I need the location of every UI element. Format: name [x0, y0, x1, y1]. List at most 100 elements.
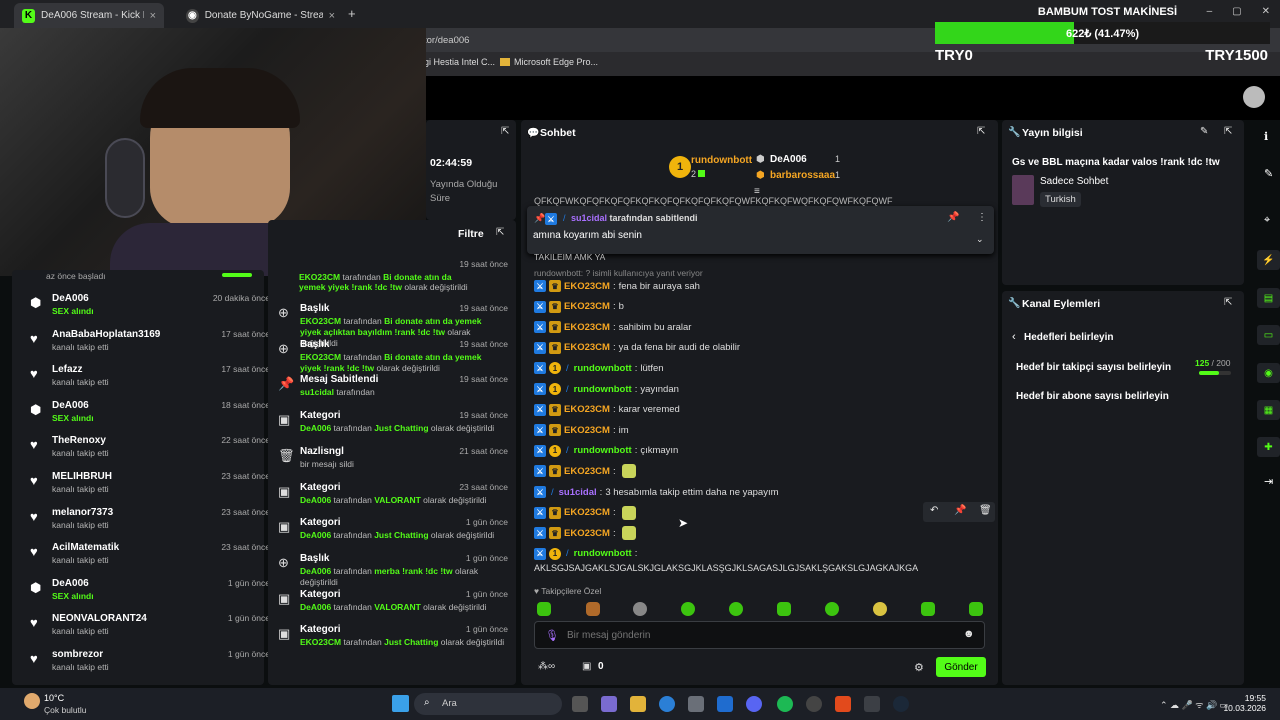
- info-icon[interactable]: ℹ: [1264, 130, 1268, 143]
- chat-username[interactable]: EKO23CM: [564, 507, 610, 518]
- chat-input-box[interactable]: 🎙 ☻: [534, 621, 985, 649]
- chevron-left-icon[interactable]: ‹: [1012, 331, 1016, 343]
- chat-message[interactable]: ⚔ 1/rundownbott:: [534, 546, 640, 562]
- brave-icon[interactable]: [835, 696, 851, 712]
- file-explorer-icon[interactable]: [630, 696, 646, 712]
- leaderboard-first-name[interactable]: rundownbott: [691, 155, 752, 166]
- expand-icon[interactable]: ⇱: [977, 126, 985, 137]
- tab-kick-dashboard[interactable]: K DeA006 Stream - Kick Dashboard ×: [14, 3, 164, 28]
- favorite-hestia[interactable]: gi Hestia Intel C...: [424, 57, 495, 67]
- chat-username[interactable]: EKO23CM: [564, 281, 610, 292]
- activity-item[interactable]: ♥ AnaBabaHoplatan3169 kanalı takip etti …: [30, 329, 270, 365]
- steam-icon[interactable]: [893, 696, 909, 712]
- windows-start-icon[interactable]: [392, 695, 409, 712]
- leaderboard-third-name[interactable]: barbarossaaa: [770, 170, 835, 181]
- chat-message[interactable]: ⚔ ♛ EKO23CM:: [534, 525, 636, 541]
- taskbar-search[interactable]: ⌕ Ara: [414, 693, 562, 715]
- chat-message[interactable]: ⚔ / su1cidal: 3 hesabımla takip ettim daha…: [534, 484, 779, 500]
- chat-message[interactable]: ⚔ ♛ EKO23CM: karar veremed: [534, 402, 680, 418]
- chat-username[interactable]: rundownbott: [574, 445, 632, 456]
- activity-item[interactable]: ♥ NEONVALORANT24 kanalı takip etti 1 gün…: [30, 613, 270, 649]
- bolt-icon[interactable]: ⚡: [1257, 250, 1280, 270]
- activity-item[interactable]: ♥ melanor7373 kanalı takip etti 23 saat …: [30, 507, 270, 543]
- expand-icon[interactable]: ⇱: [1224, 126, 1232, 137]
- chat-username[interactable]: rundownbott: [574, 548, 632, 559]
- chat-message[interactable]: ⚔ ♛ EKO23CM:: [534, 505, 636, 521]
- pencil-icon[interactable]: ✎: [1264, 167, 1273, 180]
- chat-username[interactable]: su1cidal: [559, 487, 597, 498]
- chat-username[interactable]: EKO23CM: [564, 322, 610, 333]
- emote-icon[interactable]: [729, 602, 743, 616]
- favorite-edge[interactable]: Microsoft Edge Pro...: [500, 57, 598, 67]
- activity-item[interactable]: ♥ sombrezor kanalı takip etti 1 gün önce: [30, 649, 270, 685]
- expand-icon[interactable]: ⇱: [501, 126, 509, 137]
- pin-message-icon[interactable]: 📌: [954, 505, 966, 516]
- emote-icon[interactable]: [586, 602, 600, 616]
- spotify-icon[interactable]: [777, 696, 793, 712]
- store-icon[interactable]: [688, 696, 704, 712]
- follower-goal-label[interactable]: Hedef bir takipçi sayısı belirleyin: [1016, 362, 1171, 373]
- chat-username[interactable]: EKO23CM: [564, 425, 610, 436]
- app-icon[interactable]: [601, 696, 617, 712]
- filter-button[interactable]: Filtre: [458, 228, 484, 240]
- emote-icon[interactable]: [969, 602, 983, 616]
- broadcast-icon[interactable]: ◉: [1257, 363, 1280, 383]
- activity-item[interactable]: ♥ MELIHBRUH kanalı takip etti 23 saat ön…: [30, 471, 270, 507]
- chat-message[interactable]: ⚔ ♛ EKO23CM:: [534, 463, 636, 479]
- close-tab-icon[interactable]: ×: [329, 10, 335, 22]
- chat-username[interactable]: EKO23CM: [564, 301, 610, 312]
- reply-icon[interactable]: ↶: [930, 505, 938, 516]
- activity-item[interactable]: ♥ Lefazz kanalı takip etti 17 saat önce: [30, 364, 270, 400]
- emote-icon[interactable]: [681, 602, 695, 616]
- gear-icon[interactable]: ⚙: [914, 661, 924, 674]
- edit-icon[interactable]: ✎: [1200, 126, 1208, 137]
- activity-item[interactable]: ♥ TheRenoxy kanalı takip etti 22 saat ön…: [30, 435, 270, 471]
- avatar[interactable]: [1243, 86, 1265, 108]
- chat-username[interactable]: EKO23CM: [564, 404, 610, 415]
- delete-icon[interactable]: 🗑: [979, 505, 992, 516]
- terminal-icon[interactable]: [864, 696, 880, 712]
- chevron-down-icon[interactable]: ⌄: [976, 234, 984, 245]
- points-icon[interactable]: ▣: [582, 661, 591, 672]
- edge-icon[interactable]: [659, 696, 675, 712]
- chat-message[interactable]: ⚔ ♛ EKO23CM: ya da fena bir audi de olabil…: [534, 340, 740, 356]
- chat-icon[interactable]: ▭: [1257, 325, 1280, 345]
- chat-message[interactable]: ⚔ ♛ EKO23CM: fena bir auraya sah: [534, 278, 700, 294]
- tab-donate-bynogame[interactable]: ◉ Donate ByNoGame - Streamer Settin ×: [178, 3, 343, 28]
- more-options-icon[interactable]: ⋮: [977, 212, 987, 223]
- emote-icon[interactable]: [921, 602, 935, 616]
- chat-username[interactable]: EKO23CM: [564, 466, 610, 477]
- users-icon[interactable]: ⁂∞: [538, 661, 555, 672]
- discord-icon[interactable]: [746, 696, 762, 712]
- microphone-icon[interactable]: 🎙: [545, 629, 559, 642]
- url-text[interactable]: tor/dea006: [424, 35, 469, 46]
- goals-back-button[interactable]: Hedefleri belirleyin: [1024, 332, 1113, 343]
- leaderboard-second-name[interactable]: DeA006: [770, 154, 807, 165]
- wrench-tool-icon[interactable]: ✚: [1257, 437, 1280, 457]
- emote-icon[interactable]: [873, 602, 887, 616]
- expand-icon[interactable]: ⇱: [496, 227, 504, 238]
- chat-message[interactable]: ⚔ 1/rundownbott: yayından: [534, 381, 679, 397]
- activity-item[interactable]: ⬢ DeA006 SEX alındı 20 dakika önce: [30, 293, 270, 329]
- chat-message[interactable]: ⚔ ♛ EKO23CM: sahibim bu aralar: [534, 319, 691, 335]
- emote-icon[interactable]: [633, 602, 647, 616]
- tray-icons[interactable]: ⌃ ☁ 🎤 ᯤ 🔊 ▭: [1160, 698, 1228, 711]
- send-button[interactable]: Gönder: [936, 657, 986, 677]
- panels-icon[interactable]: ▦: [1257, 400, 1280, 420]
- chat-username[interactable]: rundownbott: [574, 384, 632, 395]
- unpin-icon[interactable]: 📌: [947, 212, 959, 223]
- expand-icon[interactable]: ⇱: [1224, 297, 1232, 308]
- new-tab-button[interactable]: +: [348, 6, 356, 21]
- emote-icon[interactable]: [777, 602, 791, 616]
- chat-username[interactable]: rundownbott: [574, 363, 632, 374]
- activity-item[interactable]: ♥ AcilMatematik kanalı takip etti 23 saa…: [30, 542, 270, 578]
- chat-message[interactable]: ⚔ ♛ EKO23CM: im: [534, 422, 629, 438]
- chat-message[interactable]: ⚔ ♛ EKO23CM: b: [534, 299, 624, 315]
- chat-username[interactable]: EKO23CM: [564, 342, 610, 353]
- exit-icon[interactable]: ⇥: [1264, 475, 1273, 488]
- activity-item[interactable]: ⬢ DeA006 SEX alındı 1 gün önce: [30, 578, 270, 614]
- emote-icon[interactable]: [825, 602, 839, 616]
- emote-icon[interactable]: [537, 602, 551, 616]
- chat-message[interactable]: ⚔ 1/rundownbott: çıkmayın: [534, 443, 678, 459]
- document-icon[interactable]: ▤: [1257, 288, 1280, 308]
